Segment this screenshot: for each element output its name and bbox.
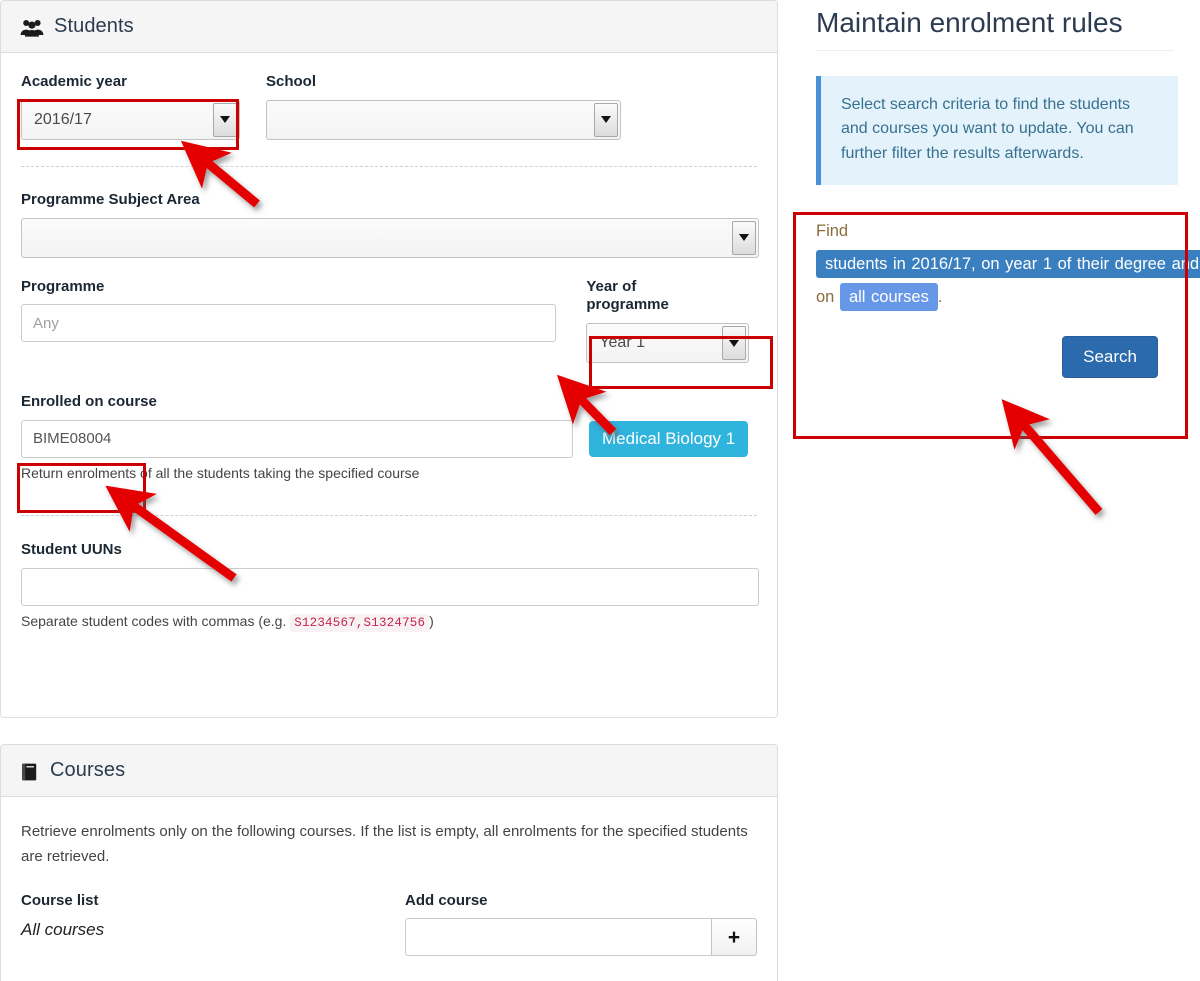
summary-lead: Find [816,222,848,240]
divider [21,515,757,516]
students-panel: Students Academic year 2016/17 School [0,0,778,718]
chevron-down-icon[interactable] [213,103,237,137]
divider [21,166,757,167]
arrow-to-search-summary [1011,410,1099,512]
course-list-value: All courses [21,920,405,940]
academic-year-value: 2016/17 [34,101,205,139]
year-of-programme-value: Year 1 [599,324,714,362]
academic-year-select[interactable]: 2016/17 [21,100,240,140]
student-uuns-help: Separate student codes with commas (e.g.… [21,611,757,632]
add-course-input-group: + [405,918,757,956]
year-of-programme-label: Year of programme [586,278,704,316]
add-course-label: Add course [405,892,757,911]
chevron-down-icon[interactable] [732,221,756,255]
summary-connector: on [816,288,834,306]
student-uuns-help-prefix: Separate student codes with commas (e.g. [21,613,286,629]
chevron-down-icon[interactable] [722,326,746,360]
search-button[interactable]: Search [1062,336,1158,378]
courses-panel-body: Retrieve enrolments only on the followin… [1,797,777,956]
courses-panel-title: Courses [50,759,125,782]
users-icon [20,18,44,37]
add-course-input[interactable] [405,918,711,956]
courses-description: Retrieve enrolments only on the followin… [21,820,757,870]
screen-root: Students Academic year 2016/17 School [0,0,1200,981]
students-panel-header: Students [1,1,777,53]
left-column: Students Academic year 2016/17 School [0,0,779,981]
courses-panel: Courses Retrieve enrolments only on the … [0,744,778,981]
enrolled-on-course-input[interactable] [21,420,573,458]
student-uuns-input[interactable] [21,568,759,606]
programme-subject-area-label: Programme Subject Area [21,191,757,210]
enrolled-on-course-label: Enrolled on course [21,393,757,412]
title-divider [816,50,1174,51]
summary-criteria-pill[interactable]: students in 2016/17, on year 1 of their … [816,250,1200,278]
school-label: School [266,73,621,92]
add-course-button[interactable]: + [711,918,757,956]
search-summary-box: Find students in 2016/17, on year 1 of t… [800,199,1178,396]
right-column: Maintain enrolment rules Select search c… [800,0,1190,396]
book-icon [20,762,40,782]
summary-terminator: . [938,288,943,306]
student-uuns-example-code: S1234567,S1324756 [290,614,429,632]
summary-courses-pill[interactable]: all courses [840,283,938,311]
programme-label: Programme [21,278,556,297]
page-title: Maintain enrolment rules [816,6,1190,40]
school-select[interactable] [266,100,621,140]
student-uuns-label: Student UUNs [21,541,757,560]
students-panel-title: Students [54,15,134,38]
chevron-down-icon[interactable] [594,103,618,137]
programme-subject-area-select[interactable] [21,218,759,258]
search-summary-sentence: Find students in 2016/17, on year 1 of t… [816,215,1158,314]
info-callout: Select search criteria to find the stude… [816,76,1178,185]
students-panel-body: Academic year 2016/17 School [1,53,777,632]
info-callout-text: Select search criteria to find the stude… [841,96,1134,163]
courses-panel-header: Courses [1,745,777,797]
enrolled-on-course-help: Return enrolments of all the students ta… [21,463,757,483]
school-value [279,101,586,139]
year-of-programme-select[interactable]: Year 1 [586,323,749,363]
student-uuns-help-suffix: ) [429,613,434,629]
programme-subject-area-value [34,219,724,257]
programme-input[interactable] [21,304,556,342]
enrolled-course-badge: Medical Biology 1 [589,421,748,457]
academic-year-label: Academic year [21,73,240,92]
course-list-label: Course list [21,892,405,911]
